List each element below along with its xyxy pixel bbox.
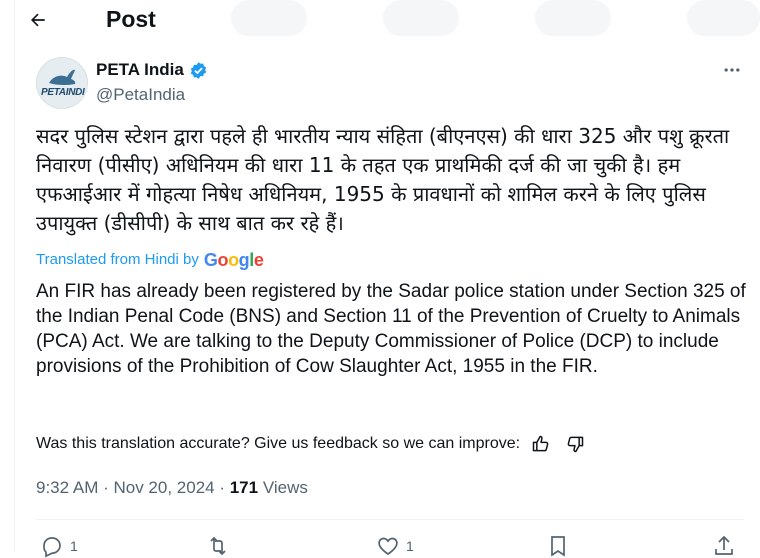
more-button[interactable]	[720, 58, 744, 82]
rabbit-logo-icon	[49, 69, 76, 85]
post-text-translation: An FIR has already been registered by th…	[36, 281, 746, 377]
share-button[interactable]	[712, 534, 736, 558]
post-meta: 9:32 AM · Nov 20, 2024 · 171 Views	[36, 476, 308, 500]
column-border	[14, 0, 15, 552]
page-title: Post	[106, 6, 156, 32]
divider	[36, 519, 744, 520]
avatar-logo-text: PETAINDIA	[41, 87, 88, 98]
thumbs-up-icon	[532, 435, 549, 452]
author-name[interactable]: PETA India	[96, 59, 184, 81]
post-time[interactable]: 9:32 AM · Nov 20, 2024 ·	[36, 478, 230, 497]
thumbs-up-button[interactable]	[530, 433, 552, 455]
author-row: PETA India	[96, 59, 208, 81]
google-logo: Google	[203, 250, 264, 270]
header-ghost-4	[687, 0, 760, 36]
header-ghost-2	[383, 0, 459, 36]
like-button[interactable]: 1	[376, 534, 414, 558]
post-text-original: सदर पुलिस स्टेशन द्वारा पहले ही भारतीय न…	[36, 124, 730, 235]
back-arrow-icon	[30, 13, 45, 27]
avatar[interactable]: PETAINDIA	[36, 57, 88, 109]
translation-label[interactable]: Translated from Hindi by Google	[36, 249, 264, 271]
header-ghost-1	[231, 0, 307, 36]
like-icon	[378, 537, 398, 555]
translation-feedback: Was this translation accurate? Give us f…	[36, 433, 586, 455]
reply-button[interactable]: 1	[40, 534, 78, 558]
reply-icon	[43, 537, 61, 558]
translated-from-text: Translated from Hindi by	[36, 251, 199, 268]
repost-button[interactable]	[206, 534, 230, 558]
feedback-text: Was this translation accurate? Give us f…	[36, 435, 521, 452]
more-icon	[724, 68, 740, 72]
author-handle[interactable]: @PetaIndia	[96, 84, 185, 106]
bookmark-button[interactable]	[546, 534, 570, 558]
views-count: 171	[229, 478, 259, 497]
thumbs-down-button[interactable]	[564, 433, 586, 455]
bookmark-icon	[551, 536, 565, 557]
repost-icon	[210, 536, 226, 556]
back-button[interactable]	[24, 6, 52, 34]
thumbs-down-icon	[567, 436, 584, 453]
verified-badge-icon	[190, 61, 207, 79]
share-icon	[715, 535, 733, 555]
views-label: Views	[258, 478, 308, 497]
action-bar: 1 1	[36, 534, 746, 558]
header-ghost-3	[535, 0, 611, 36]
